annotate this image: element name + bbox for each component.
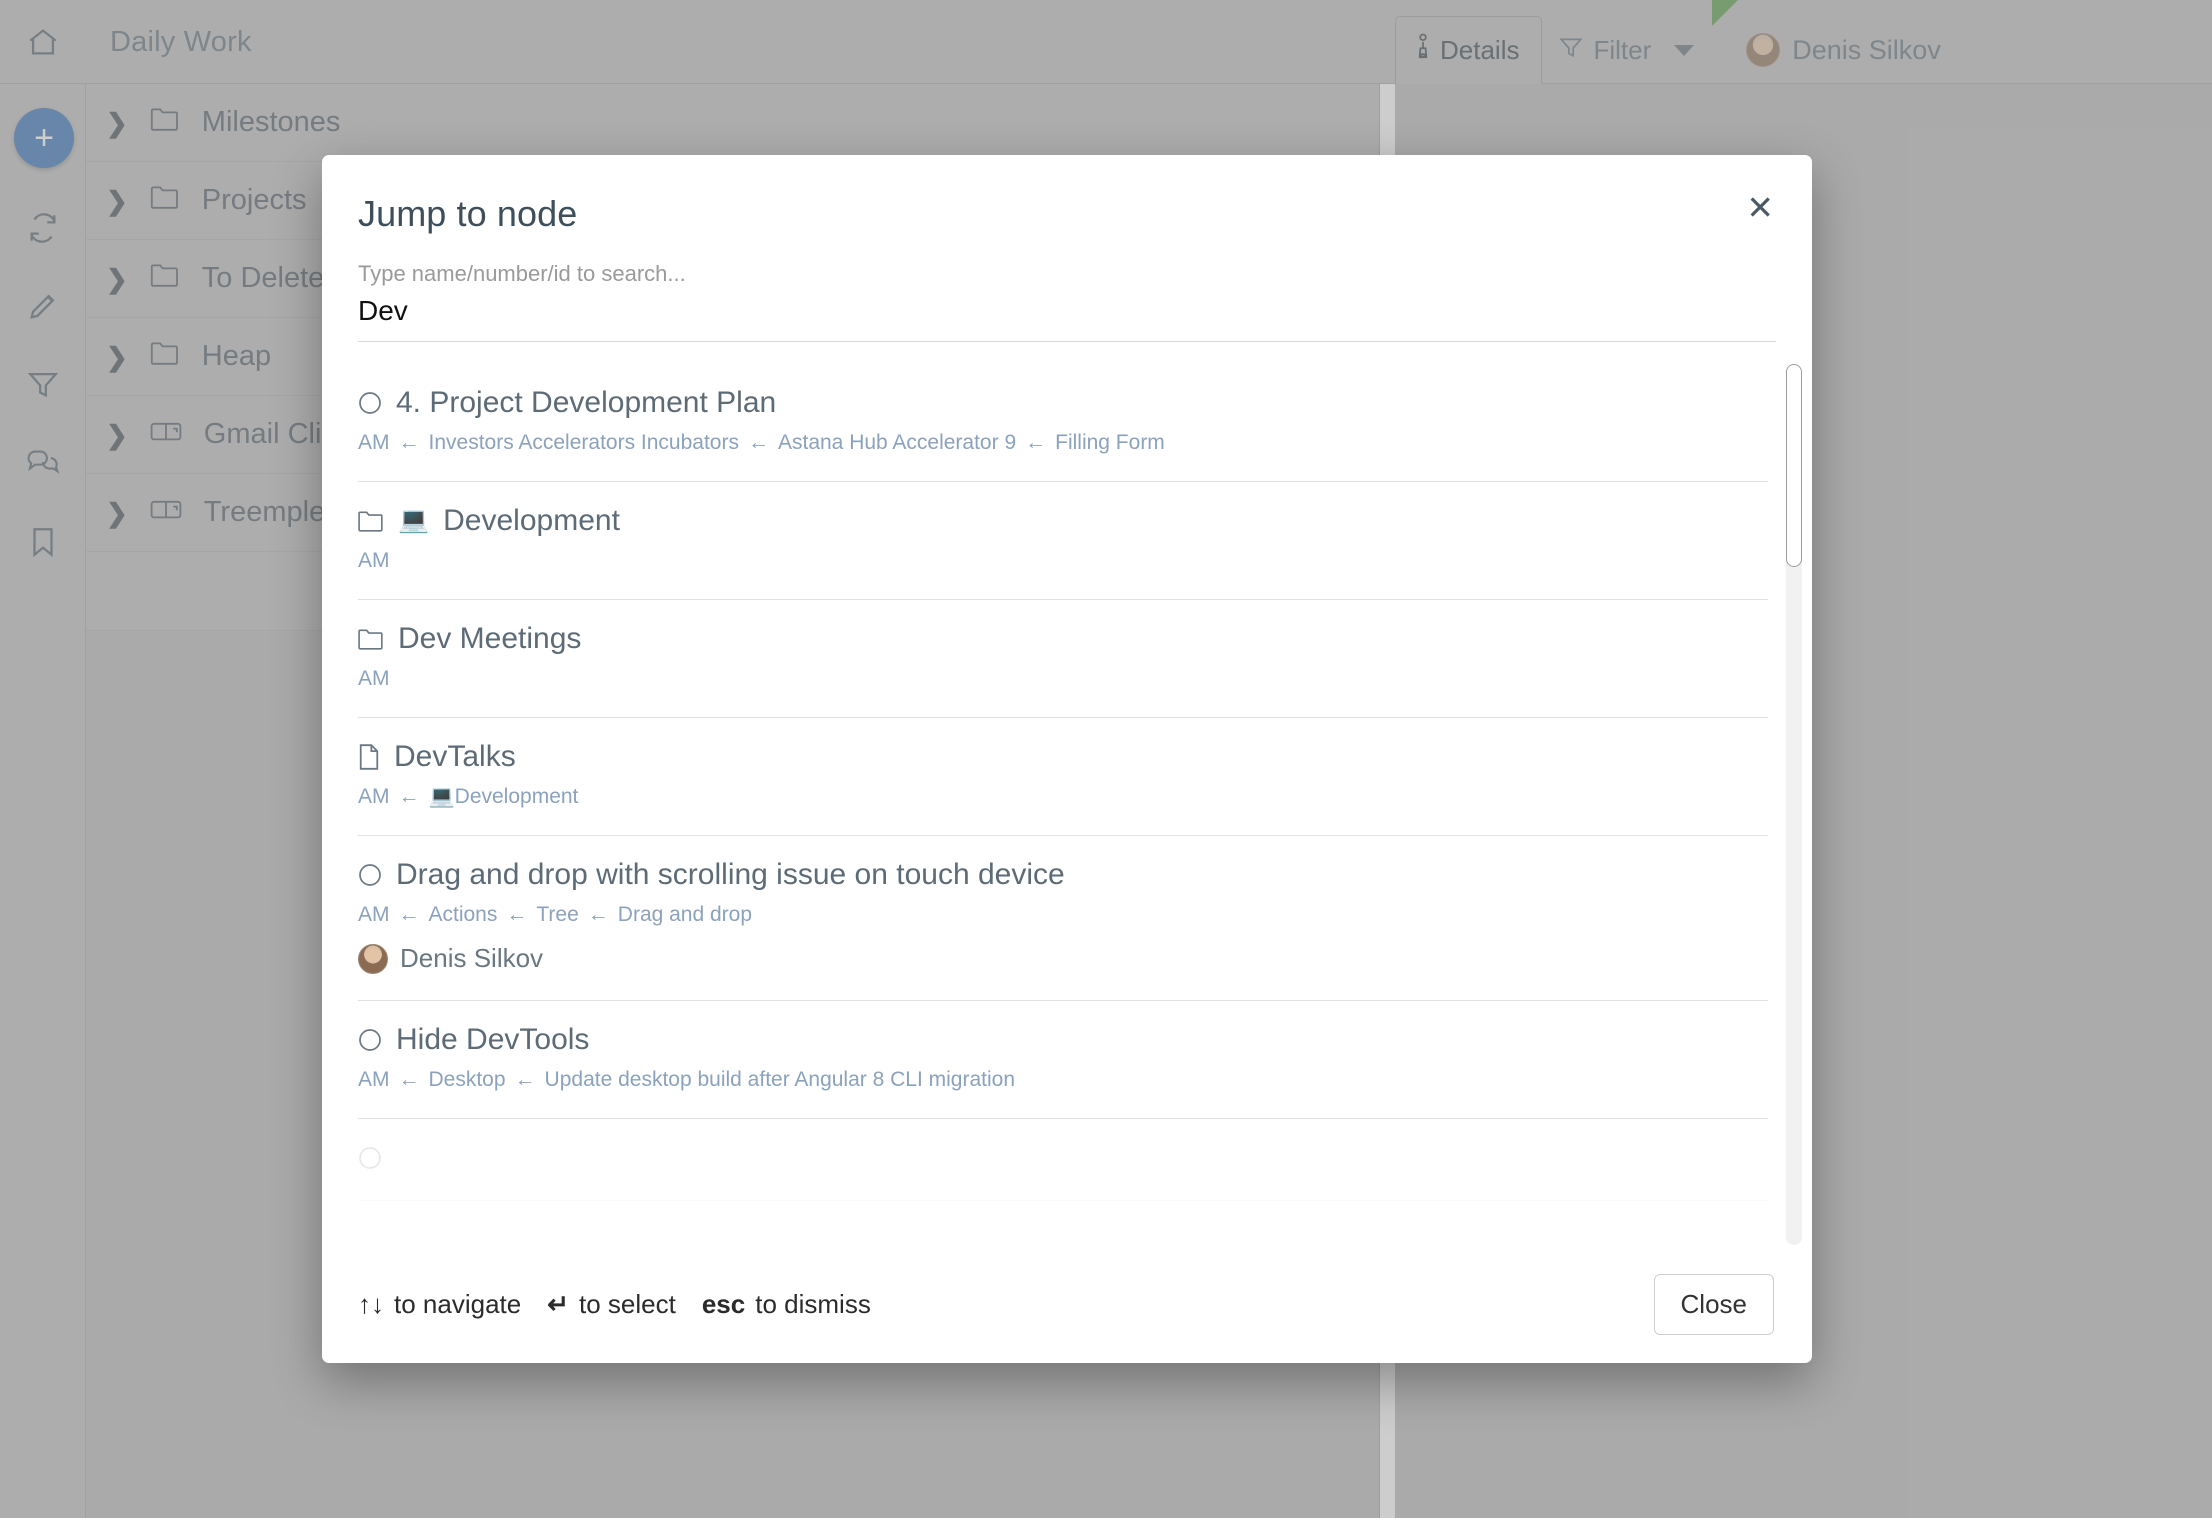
breadcrumb-segment[interactable]: Astana Hub Accelerator 9 (778, 431, 1016, 455)
result-title (396, 1141, 404, 1174)
breadcrumb-arrow-icon: ← (398, 903, 420, 926)
result-breadcrumb: AM ← 💻Development (358, 785, 1768, 809)
result-breadcrumb: AM (358, 667, 1768, 691)
result-title: Development (443, 504, 620, 537)
modal-footer: ↑↓ to navigate ↵ to select esc to dismis… (322, 1245, 1812, 1363)
result-breadcrumb: AM (358, 549, 1768, 573)
result-breadcrumb: AM ← Desktop ← Update desktop build afte… (358, 1068, 1768, 1092)
circle-task-icon (358, 391, 382, 415)
search-placeholder-label: Type name/number/id to search... (358, 261, 686, 286)
list-item[interactable]: Dev Meetings AM (358, 600, 1768, 718)
result-breadcrumb: AM ← Actions ← Tree ← Drag and drop (358, 903, 1768, 927)
laptop-emoji-icon: 💻 (398, 506, 430, 534)
avatar (358, 943, 388, 974)
search-area: Type name/number/id to search... Dev (322, 235, 1812, 342)
breadcrumb-segment[interactable]: AM (358, 903, 390, 927)
folder-icon (358, 510, 384, 532)
assignee-name: Denis Silkov (400, 943, 544, 973)
results-scrollbar[interactable] (1786, 364, 1802, 1245)
breadcrumb-arrow-icon: ← (398, 431, 420, 454)
breadcrumb-arrow-icon: ← (398, 1068, 420, 1091)
result-title-row: DevTalks (358, 740, 1768, 773)
modal-header: Jump to node ✕ (322, 155, 1812, 235)
hint-navigate-label: to navigate (394, 1288, 522, 1319)
breadcrumb-arrow-icon: ← (747, 431, 769, 454)
breadcrumb-segment[interactable]: AM (358, 667, 390, 691)
breadcrumb-arrow-icon: ← (398, 785, 420, 808)
breadcrumb-segment[interactable]: Drag and drop (618, 903, 752, 927)
circle-task-icon (358, 1146, 382, 1170)
breadcrumb-arrow-icon: ← (514, 1068, 536, 1091)
hint-select-label: to select (579, 1288, 676, 1319)
list-item[interactable] (358, 1119, 1768, 1201)
breadcrumb-segment[interactable]: Actions (429, 903, 498, 927)
breadcrumb-arrow-icon: ← (587, 903, 609, 926)
document-icon (358, 743, 380, 770)
result-title: Hide DevTools (396, 1023, 590, 1056)
breadcrumb-segment[interactable]: AM (358, 785, 390, 809)
list-item[interactable]: 4. Project Development Plan AM ← Investo… (358, 364, 1768, 482)
result-title-row: Drag and drop with scrolling issue on to… (358, 858, 1768, 891)
result-title: Dev Meetings (398, 622, 582, 655)
results-list[interactable]: 4. Project Development Plan AM ← Investo… (322, 364, 1812, 1245)
breadcrumb-segment[interactable]: AM (358, 1068, 390, 1092)
close-button[interactable]: Close (1653, 1273, 1774, 1335)
result-breadcrumb: AM ← Investors Accelerators Incubators ←… (358, 431, 1768, 455)
breadcrumb-segment[interactable]: AM (358, 549, 390, 573)
result-title: DevTalks (394, 740, 516, 773)
result-assignee: Denis Silkov (358, 943, 1768, 974)
fade-mask (322, 1199, 1812, 1245)
result-title-row (358, 1141, 1768, 1174)
breadcrumb-segment[interactable]: 💻Development (429, 785, 579, 809)
breadcrumb-segment[interactable]: Investors Accelerators Incubators (429, 431, 739, 455)
breadcrumb-arrow-icon: ← (1025, 431, 1047, 454)
result-title: Drag and drop with scrolling issue on to… (396, 858, 1065, 891)
enter-key-icon: ↵ (547, 1288, 570, 1319)
result-title-row: Dev Meetings (358, 622, 1768, 655)
breadcrumb-arrow-icon: ← (506, 903, 528, 926)
breadcrumb-segment[interactable]: Filling Form (1055, 431, 1165, 455)
circle-task-icon (358, 863, 382, 887)
list-item[interactable]: Hide DevTools AM ← Desktop ← Update desk… (358, 1001, 1768, 1119)
list-item[interactable]: Drag and drop with scrolling issue on to… (358, 836, 1768, 1001)
result-title-row: Hide DevTools (358, 1023, 1768, 1056)
hint-dismiss-label: to dismiss (755, 1288, 871, 1319)
hint-dismiss: esc to dismiss (702, 1289, 871, 1320)
hint-select: ↵ to select (547, 1289, 676, 1320)
close-icon[interactable]: ✕ (1746, 191, 1774, 224)
list-item[interactable]: 💻 Development AM (358, 482, 1768, 600)
result-title-row: 💻 Development (358, 504, 1768, 537)
circle-task-icon (358, 1028, 382, 1052)
esc-key-label: esc (701, 1288, 746, 1319)
scrollbar-thumb[interactable] (1786, 364, 1802, 567)
list-item[interactable]: DevTalks AM ← 💻Development (358, 718, 1768, 836)
dialog-title: Jump to node (358, 193, 578, 234)
result-title-row: 4. Project Development Plan (358, 386, 1768, 419)
result-title: 4. Project Development Plan (396, 386, 777, 419)
jump-to-node-dialog: Jump to node ✕ Type name/number/id to se… (322, 155, 1812, 1363)
breadcrumb-segment[interactable]: Tree (536, 903, 578, 927)
search-input[interactable]: Dev (358, 295, 1776, 342)
breadcrumb-segment[interactable]: Desktop (429, 1068, 506, 1092)
breadcrumb-segment[interactable]: AM (358, 431, 390, 455)
folder-icon (358, 628, 384, 650)
arrow-keys-icon: ↑↓ (358, 1288, 384, 1319)
hint-navigate: ↑↓ to navigate (358, 1289, 521, 1320)
breadcrumb-segment[interactable]: Update desktop build after Angular 8 CLI… (545, 1068, 1015, 1092)
keyboard-hints: ↑↓ to navigate ↵ to select esc to dismis… (358, 1289, 871, 1320)
